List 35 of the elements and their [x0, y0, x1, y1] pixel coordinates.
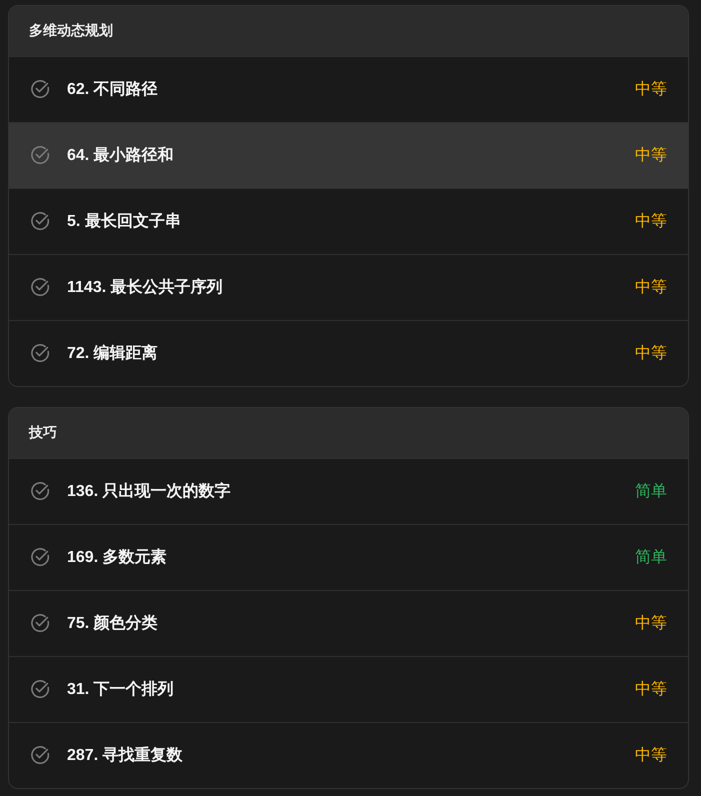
- difficulty-label: 中等: [635, 212, 667, 232]
- problem-title: 72. 编辑距离: [67, 343, 159, 364]
- problem-title: 1143. 最长公共子序列: [67, 277, 224, 298]
- difficulty-label: 中等: [635, 80, 667, 100]
- difficulty-label: 中等: [635, 746, 667, 766]
- difficulty-label: 简单: [635, 548, 667, 568]
- difficulty-label: 中等: [635, 278, 667, 298]
- check-circle-icon: [30, 78, 50, 98]
- problem-title: 75. 颜色分类: [67, 613, 159, 634]
- problem-row[interactable]: 287. 寻找重复数 中等: [9, 722, 688, 788]
- problem-title: 136. 只出现一次的数字: [67, 481, 232, 502]
- difficulty-label: 中等: [635, 344, 667, 364]
- difficulty-label: 简单: [635, 482, 667, 502]
- section-title: 技巧: [9, 408, 688, 458]
- check-circle-icon: [30, 144, 50, 164]
- check-circle-icon: [30, 342, 50, 362]
- difficulty-label: 中等: [635, 146, 667, 166]
- problem-title: 287. 寻找重复数: [67, 745, 184, 766]
- difficulty-label: 中等: [635, 680, 667, 700]
- problem-row[interactable]: 72. 编辑距离 中等: [9, 320, 688, 386]
- problem-title: 5. 最长回文子串: [67, 211, 182, 232]
- check-circle-icon: [30, 678, 50, 698]
- problem-title: 64. 最小路径和: [67, 146, 175, 166]
- problem-title: 31. 下一个排列: [67, 680, 175, 700]
- problem-title: 169. 多数元素: [67, 547, 168, 568]
- section-title: 多维动态规划: [9, 6, 688, 56]
- problem-title: 62. 不同路径: [67, 80, 159, 100]
- check-circle-icon: [30, 744, 50, 764]
- check-circle-icon: [30, 210, 50, 230]
- problem-row[interactable]: 64. 最小路径和 中等: [9, 122, 688, 188]
- check-circle-icon: [30, 546, 50, 566]
- check-circle-icon: [30, 480, 50, 500]
- check-circle-icon: [30, 276, 50, 296]
- check-circle-icon: [30, 612, 50, 632]
- difficulty-label: 中等: [635, 614, 667, 634]
